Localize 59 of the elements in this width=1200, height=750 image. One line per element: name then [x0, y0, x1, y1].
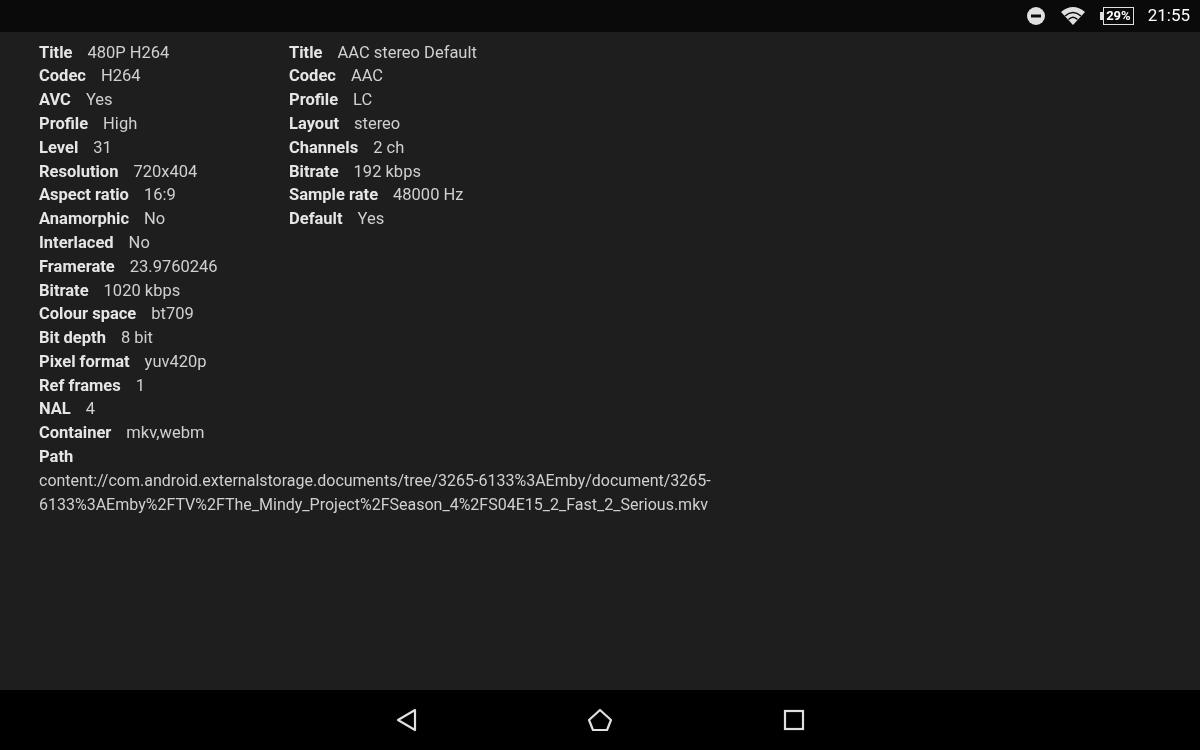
field-label: Pixel format	[39, 350, 130, 373]
field-value: 2 ch	[373, 136, 405, 159]
recents-icon[interactable]	[783, 709, 805, 731]
field-label: Container	[39, 422, 112, 445]
field-label: Level	[39, 136, 79, 159]
field-value: 4	[85, 398, 96, 421]
field-label: Bitrate	[289, 160, 339, 183]
field-label: Ref frames	[39, 374, 121, 397]
field-label: Colour space	[39, 303, 137, 326]
field-value: mkv,webm	[126, 422, 205, 445]
field-label: Profile	[39, 112, 89, 135]
field-label: Anamorphic	[39, 208, 130, 231]
field-label: Framerate	[39, 255, 115, 278]
field-label: NAL	[39, 398, 71, 421]
field-label: Bit depth	[39, 327, 106, 350]
wifi-icon	[1060, 5, 1087, 27]
field-value: AAC	[350, 65, 384, 88]
field-label: Interlaced	[39, 231, 114, 254]
path-value: content://com.android.externalstorage.documents/tree/3265-6133%3AEmby/document/3265-6133%3AEmby%2FTV%2FThe_Mindy_Project%2FSeason_4%2FS04E15_2_Fast_2_Serious.mkv	[39, 470, 712, 517]
field-value: Yes	[85, 89, 113, 112]
field-label: Sample rate	[289, 184, 379, 207]
field-label: Channels	[289, 136, 359, 159]
field-label: AVC	[39, 89, 71, 112]
field-value: 1020 kbps	[103, 279, 181, 302]
field-label: Codec	[39, 65, 86, 88]
field-value: 8 bit	[120, 327, 153, 350]
field-value: Yes	[357, 208, 385, 231]
field-value: 480P H264	[87, 41, 170, 64]
field-label: Title	[289, 41, 323, 64]
field-value: 16:9	[143, 184, 176, 207]
clock: 21:55	[1147, 4, 1190, 28]
back-icon[interactable]	[395, 708, 417, 732]
field-value: 23.9760246	[129, 255, 218, 278]
do-not-disturb-icon	[1026, 6, 1047, 26]
field-value: 1	[135, 374, 145, 397]
field-label: Layout	[289, 112, 339, 135]
field-label: Profile	[289, 89, 339, 112]
field-value: bt709	[151, 303, 194, 326]
field-label: Bitrate	[39, 279, 89, 302]
field-value: LC	[353, 89, 373, 112]
field-value: No	[128, 231, 150, 254]
field-value: 48000 Hz	[393, 184, 464, 207]
field-value: High	[103, 112, 138, 135]
field-label: Default	[289, 208, 343, 231]
battery-indicator: 29%	[1100, 7, 1134, 25]
field-label: Resolution	[39, 160, 119, 183]
field-label: Title	[39, 41, 73, 64]
field-label: Codec	[289, 65, 336, 88]
field-label: Path	[39, 446, 74, 469]
field-value: 31	[93, 136, 112, 159]
field-value: 720x404	[133, 160, 198, 183]
field-value: AAC stereo Default	[337, 41, 477, 64]
field-value: 192 kbps	[353, 160, 421, 183]
field-value: yuv420p	[144, 350, 207, 373]
field-label: Aspect ratio	[39, 184, 129, 207]
field-value: stereo	[353, 112, 401, 135]
field-value: H264	[100, 65, 141, 88]
field-value: No	[144, 208, 166, 231]
home-icon[interactable]	[587, 708, 613, 732]
